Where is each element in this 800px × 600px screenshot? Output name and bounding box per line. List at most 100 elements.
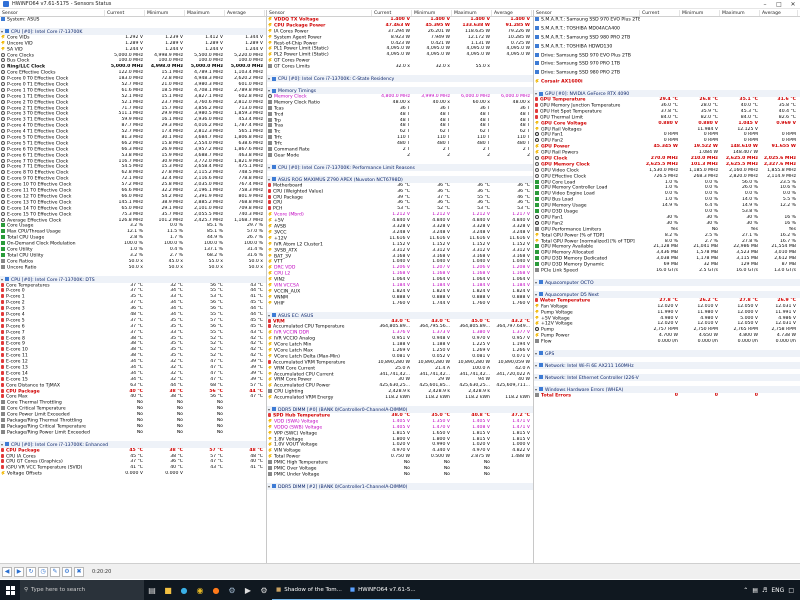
usage-icon	[1, 229, 5, 234]
network-icon[interactable]: ▤	[752, 587, 758, 594]
sensor-group-header[interactable]: ▾ Windows Hardware Errors (WHEA)	[534, 385, 800, 393]
refresh-icon[interactable]: ↻	[26, 566, 36, 577]
language-indicator[interactable]: ENG	[771, 587, 784, 594]
sensor-group-header[interactable]: ▾ Aquacomputer OCTO	[534, 278, 800, 286]
clock-icon	[1, 205, 5, 210]
column-header-maximum[interactable]: Maximum	[185, 10, 225, 16]
sensor-row[interactable]: Voltage Offsets 0.000 V 0.000 V	[0, 471, 266, 477]
fan-icon	[535, 327, 539, 332]
column-header-sensor[interactable]: Sensor	[267, 10, 372, 16]
sensor-icon	[268, 152, 272, 157]
voltage-icon	[268, 46, 272, 51]
task-view-icon[interactable]: ▤	[144, 580, 160, 600]
sensor-row[interactable]: Uncore Ratio 50.0 x 50.0 x 50.0 x 50.0 x	[0, 264, 266, 271]
sensor-row[interactable]: PMIC Under Voltage No No No	[267, 471, 533, 478]
notification-icon[interactable]: □	[788, 587, 794, 594]
sensor-label: S.M.A.R.T.: Samsung SSD 980 PRO 2TB	[534, 34, 640, 41]
sensor-current-value: 50.0 x	[128, 264, 143, 270]
sensor-group-header[interactable]: ▾ DDR5 DIMM [#0] (BANK 0/Controller0-Chan…	[267, 405, 533, 413]
fan-icon	[535, 132, 539, 137]
start-button[interactable]	[0, 580, 20, 600]
sensor-row[interactable]: Accumulated VRM Energy 118.2 kWh 118.2 kWh…	[267, 395, 533, 401]
settings-app-icon[interactable]: ⚙	[256, 580, 272, 600]
sensor-pane-1[interactable]: Sensor Current Minimum Maximum Average System…	[0, 10, 267, 563]
group-label: ▾ Windows Hardware Errors (WHEA)	[535, 386, 624, 393]
sensor-pane-2[interactable]: Sensor Current Minimum Maximum Average VDDQ T…	[267, 10, 534, 563]
sensor-group-header[interactable]: ▾ CPU [#0]: Intel Core i7-13700K: DTS	[0, 275, 266, 283]
thermometer-icon	[1, 465, 4, 470]
thermometer-icon	[535, 297, 538, 302]
sensor-row[interactable]: Package/Ring Power Limit Exceeded No No No	[0, 429, 266, 436]
column-header-average[interactable]: Average	[225, 10, 265, 16]
chrome-icon[interactable]: ◉	[192, 580, 208, 600]
sensor-group-header[interactable]: ▾ DDR5 DIMM [#2] (BANK 0/Controller1-Chan…	[267, 482, 533, 490]
file-explorer-icon[interactable]: ■	[160, 580, 176, 600]
taskbar-search[interactable]: ⚲ Type here to search	[20, 580, 144, 600]
clock-icon	[1, 58, 5, 63]
group-label: ▾ Network: Intel Wi-Fi 6E AX211 160MHz	[535, 362, 634, 369]
voltage-icon	[268, 229, 272, 234]
thermometer-icon	[535, 114, 538, 119]
edge-icon[interactable]: ●	[176, 580, 192, 600]
sensor-pane-3[interactable]: Sensor Current Minimum Maximum Average S.M.A.…	[534, 10, 800, 563]
sensor-maximum-value: No	[483, 471, 490, 477]
column-header-minimum[interactable]: Minimum	[412, 10, 452, 16]
minimize-button[interactable]: –	[758, 0, 772, 9]
sensor-group-header[interactable]: ▾ Aquacomputer D5 Next	[534, 290, 800, 298]
sensor-group-header[interactable]: ▾ CPU [#0]: Intel Core i7-13700K: Enhance…	[0, 440, 266, 448]
nav-forward-icon[interactable]: ▶	[14, 566, 24, 577]
sensor-row[interactable]: GT Cores Limits 32.0 x 32.0 x 55.0 x	[267, 64, 533, 70]
sensor-group-header[interactable]: ▾ Memory Timings	[267, 87, 533, 95]
column-header-minimum[interactable]: Minimum	[145, 10, 185, 16]
sensor-group-header[interactable]: ▾ ASUS ROG MAXIMUS Z790 APEX (Nuvoton NCT…	[267, 175, 533, 183]
sensor-row[interactable]: PCIe Link Speed 16.0 GT/s 2.5 GT/s 16.0 GT/…	[534, 267, 800, 274]
firefox-icon[interactable]: ●	[208, 580, 224, 600]
sensor-row[interactable]: Gear Mode 2 2 2 2	[267, 152, 533, 159]
chevron-up-icon[interactable]: ⌃	[743, 587, 748, 594]
column-header-average[interactable]: Average	[760, 10, 798, 16]
sensor-row[interactable]: VHIF 1.760 V 1.744 V 1.760 V 1.760 V	[267, 300, 533, 307]
sensor-current-value: 16.0 GT/s	[656, 267, 678, 273]
sensor-group-header[interactable]: ▾ CPU [#0]: Intel Core i7-13700K: C-State…	[267, 75, 533, 83]
sensor-label: S.M.A.R.T.: Samsung SSD 970 EVO Plus 2TB	[534, 17, 640, 23]
sensor-rows: System: ASUS ▾ CPU [#0]: Intel Core i7-137…	[0, 17, 266, 477]
settings-icon[interactable]: ⚙	[62, 566, 72, 577]
column-header-current[interactable]: Current	[105, 10, 145, 16]
voltage-icon	[268, 28, 272, 33]
column-header-average[interactable]: Average	[492, 10, 532, 16]
sensor-group-header[interactable]: ▾ CPU [#0]: Intel Core i7-13700K	[0, 27, 266, 35]
column-header-sensor[interactable]: Sensor	[0, 10, 105, 16]
group-label: ▾ CPU [#0]: Intel Core i7-13700K	[1, 28, 83, 35]
taskbar: ⚲ Type here to search ▤ ■ ● ◉ ● ⚙ ▶ ⚙ ■ …	[0, 580, 800, 600]
nav-back-icon[interactable]: ◀	[2, 566, 12, 577]
clock-icon[interactable]: ◷	[38, 566, 48, 577]
usage-icon	[535, 203, 539, 208]
sensor-group-header[interactable]: ▾ GPU [#0]: NVIDIA GeForce RTX 4090	[534, 90, 800, 98]
column-header-maximum[interactable]: Maximum	[720, 10, 760, 16]
reset-icon[interactable]: ✖	[74, 566, 84, 577]
sensor-row[interactable]: Total Errors 0 0 0	[534, 392, 800, 399]
taskbar-task-game[interactable]: ■ Shadow of the Tom...	[272, 580, 346, 600]
usage-icon	[535, 197, 539, 202]
sensor-group-header[interactable]: ▾ Network: Intel Ethernet Controller I226…	[534, 373, 800, 381]
terminal-icon[interactable]: ▶	[240, 580, 256, 600]
volume-icon[interactable]: ♬	[762, 587, 767, 594]
sensor-icon	[268, 141, 272, 146]
taskbar-task-hwinfo[interactable]: ■ HWiNFO64 v7.61-5...	[345, 580, 420, 600]
column-header-current[interactable]: Current	[640, 10, 680, 16]
sensor-group-header[interactable]: ▾ CPU [#0]: Intel Core i7-13700K: Perform…	[267, 163, 533, 171]
steam-icon[interactable]: ⚙	[224, 580, 240, 600]
column-header-sensor[interactable]: Sensor	[534, 10, 640, 16]
maximize-button[interactable]: □	[772, 0, 786, 9]
column-header-minimum[interactable]: Minimum	[680, 10, 720, 16]
log-icon[interactable]: ✎	[50, 566, 60, 577]
column-header-current[interactable]: Current	[372, 10, 412, 16]
column-header-maximum[interactable]: Maximum	[452, 10, 492, 16]
sensor-row[interactable]: Flow 0.000 l/h 0.000 l/h 0.000 l/h 0.000 l/h	[534, 339, 800, 345]
sensor-group-header[interactable]: ▾ GPS	[534, 349, 800, 357]
close-button[interactable]: ✕	[786, 0, 800, 9]
sensor-group-header[interactable]: ▾ ASUS EC: ASUS	[267, 311, 533, 319]
sensor-group-header[interactable]: ▾ Network: Intel Wi-Fi 6E AX211 160MHz	[534, 361, 800, 369]
chip-icon	[5, 29, 9, 34]
chip-icon	[539, 351, 543, 356]
